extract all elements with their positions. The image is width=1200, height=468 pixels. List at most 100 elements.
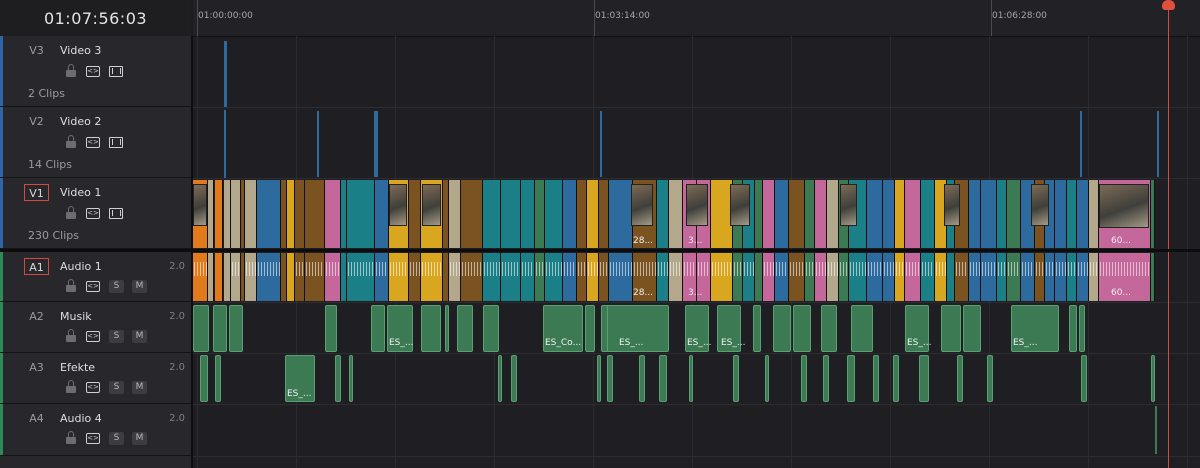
audio-clip[interactable] bbox=[805, 253, 815, 301]
video-clip[interactable] bbox=[883, 180, 895, 248]
video-clip[interactable] bbox=[245, 180, 257, 248]
video-clip[interactable] bbox=[895, 180, 905, 248]
audio-clip[interactable] bbox=[347, 253, 375, 301]
audio-clip[interactable] bbox=[563, 253, 577, 301]
audio-clip[interactable] bbox=[775, 253, 789, 301]
audio-clip[interactable] bbox=[793, 305, 811, 352]
audio-clip[interactable] bbox=[1155, 406, 1157, 454]
mute-button[interactable]: M bbox=[132, 432, 147, 445]
audio-clip[interactable] bbox=[457, 305, 473, 352]
audio-clip[interactable] bbox=[981, 253, 997, 301]
track-name[interactable]: Audio 1 bbox=[60, 258, 102, 275]
video-clip[interactable] bbox=[483, 180, 501, 248]
track-name[interactable]: Audio 4 bbox=[60, 410, 102, 427]
video-clip[interactable] bbox=[577, 180, 587, 248]
audio-clip[interactable] bbox=[501, 253, 521, 301]
audio-clip[interactable] bbox=[1035, 253, 1045, 301]
solo-button[interactable]: S bbox=[109, 330, 124, 343]
video-clip[interactable] bbox=[305, 180, 325, 248]
track-header-v2[interactable]: V2 Video 2 <> 14 Clips bbox=[0, 107, 191, 178]
video-clip[interactable] bbox=[600, 111, 602, 177]
audio-clip[interactable] bbox=[839, 253, 849, 301]
audio-clip[interactable] bbox=[521, 253, 535, 301]
audio-clip[interactable] bbox=[511, 355, 517, 402]
audio-clip[interactable] bbox=[449, 253, 461, 301]
track-name[interactable]: Musik bbox=[60, 308, 92, 325]
video-audio-divider[interactable] bbox=[0, 249, 1200, 252]
audio-clip[interactable] bbox=[753, 305, 761, 352]
video-clip[interactable] bbox=[775, 180, 789, 248]
auto-select-icon[interactable]: <> bbox=[86, 433, 100, 444]
audio-clip[interactable] bbox=[389, 253, 409, 301]
track-id-button[interactable]: V2 bbox=[24, 113, 49, 130]
audio-clip[interactable] bbox=[1045, 253, 1055, 301]
audio-clip[interactable] bbox=[498, 355, 502, 402]
timecode-display[interactable]: 01:07:56:03 bbox=[0, 0, 191, 37]
audio-clip[interactable] bbox=[445, 305, 449, 352]
audio-clip[interactable] bbox=[823, 355, 829, 402]
audio-clip[interactable] bbox=[773, 305, 791, 352]
video-clip[interactable] bbox=[587, 180, 599, 248]
video-clip[interactable] bbox=[347, 180, 375, 248]
video-clip[interactable] bbox=[409, 180, 421, 248]
audio-clip[interactable] bbox=[969, 253, 981, 301]
auto-select-icon[interactable]: <> bbox=[86, 66, 100, 77]
lock-icon[interactable] bbox=[66, 64, 76, 77]
video-clip[interactable] bbox=[449, 180, 461, 248]
track-header-v1[interactable]: V1 Video 1 <> 230 Clips bbox=[0, 178, 191, 249]
audio-clip[interactable] bbox=[224, 253, 231, 301]
track-header-a4[interactable]: A4 Audio 4 2.0 <> S M bbox=[0, 404, 191, 456]
audio-clip[interactable] bbox=[483, 305, 499, 352]
playhead-marker[interactable] bbox=[1162, 0, 1175, 10]
audio-clip[interactable] bbox=[1067, 253, 1077, 301]
video-clip[interactable] bbox=[224, 110, 226, 178]
audio-clip[interactable] bbox=[963, 305, 981, 352]
video-clip[interactable] bbox=[257, 180, 281, 248]
video-clip[interactable] bbox=[1055, 180, 1067, 248]
auto-select-icon[interactable]: <> bbox=[86, 331, 100, 342]
audio-clip[interactable] bbox=[947, 253, 955, 301]
audio-clip[interactable] bbox=[789, 253, 805, 301]
track-header-a3[interactable]: A3 Efekte 2.0 <> S M bbox=[0, 353, 191, 404]
track-header-v3[interactable]: V3 Video 3 <> 2 Clips bbox=[0, 36, 191, 107]
audio-clip[interactable] bbox=[231, 253, 241, 301]
audio-clip[interactable] bbox=[421, 305, 441, 352]
playhead-line[interactable] bbox=[1168, 6, 1169, 468]
audio-clip[interactable] bbox=[1151, 253, 1155, 301]
video-clip[interactable] bbox=[789, 180, 805, 248]
audio-clip[interactable] bbox=[639, 355, 645, 402]
video-clip[interactable] bbox=[545, 180, 563, 248]
audio-clip[interactable] bbox=[755, 253, 763, 301]
audio-clip[interactable] bbox=[657, 253, 669, 301]
audio-clip[interactable] bbox=[587, 253, 599, 301]
auto-select-icon[interactable]: <> bbox=[86, 208, 100, 219]
audio-clip[interactable] bbox=[763, 253, 775, 301]
track-name[interactable]: Video 2 bbox=[60, 113, 101, 130]
audio-clip[interactable] bbox=[905, 253, 921, 301]
lock-icon[interactable] bbox=[66, 206, 76, 219]
audio-clip[interactable] bbox=[801, 355, 807, 402]
audio-clip[interactable] bbox=[597, 355, 601, 402]
video-clip[interactable] bbox=[1067, 180, 1077, 248]
audio-clip[interactable] bbox=[1151, 355, 1155, 402]
audio-clip[interactable] bbox=[849, 253, 867, 301]
video-clip[interactable] bbox=[215, 180, 223, 248]
audio-clip[interactable] bbox=[215, 253, 223, 301]
audio-clip[interactable] bbox=[1077, 253, 1089, 301]
audio-clip[interactable] bbox=[349, 355, 353, 402]
video-clip[interactable] bbox=[997, 180, 1007, 248]
track-id-button[interactable]: A3 bbox=[24, 359, 49, 376]
auto-select-icon[interactable]: <> bbox=[86, 382, 100, 393]
audio-clip[interactable] bbox=[193, 253, 208, 301]
video-clip[interactable] bbox=[521, 180, 535, 248]
audio-clip[interactable] bbox=[743, 253, 755, 301]
audio-clip[interactable] bbox=[921, 253, 935, 301]
track-id-button[interactable]: V1 bbox=[24, 184, 49, 201]
audio-clip[interactable] bbox=[847, 355, 855, 402]
mute-button[interactable]: M bbox=[132, 330, 147, 343]
track-header-a2[interactable]: A2 Musik 2.0 <> S M bbox=[0, 302, 191, 353]
audio-clip[interactable] bbox=[1021, 253, 1035, 301]
audio-clip[interactable] bbox=[867, 253, 883, 301]
audio-clip[interactable] bbox=[421, 253, 443, 301]
audio-clip[interactable] bbox=[1055, 253, 1067, 301]
